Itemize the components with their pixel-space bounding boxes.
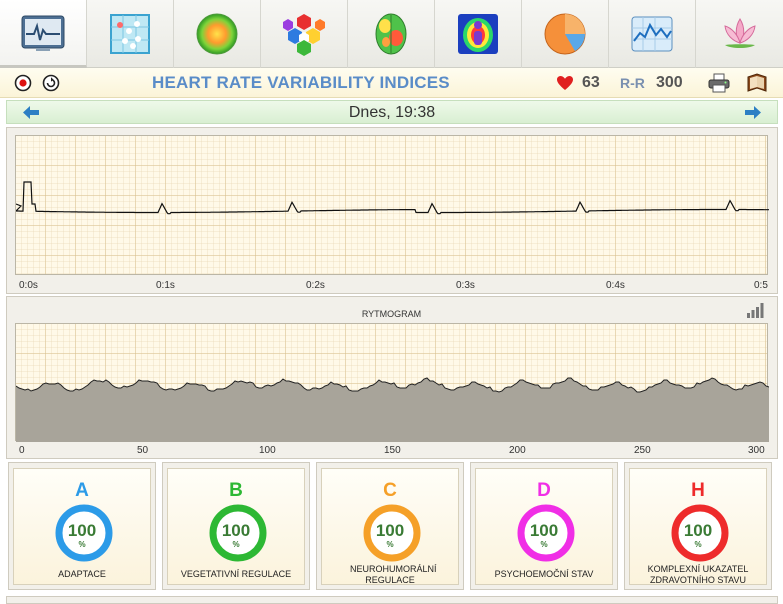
scatter-grid-icon — [110, 14, 150, 54]
tab-brain-map[interactable] — [348, 0, 435, 68]
tab-scatter-grid[interactable] — [87, 0, 174, 68]
index-unit: % — [386, 540, 394, 549]
card-body: A 100 % ADAPTACE — [13, 468, 151, 585]
index-letter: A — [75, 480, 89, 501]
hrv-monitor-icon — [21, 15, 65, 51]
rhythmogram-tick: 150 — [384, 445, 401, 456]
index-label: VEGETATIVNÍ REGULACE — [180, 569, 292, 579]
index-value: 100 — [375, 521, 405, 540]
index-value: 100 — [67, 521, 97, 540]
rhythmogram-area — [16, 377, 769, 442]
tab-hrv-monitor[interactable] — [0, 0, 87, 68]
card-body: H 100 % KOMPLEXNÍ UKAZATEL ZDRAVOTNÍHO S… — [629, 468, 767, 585]
rhythmogram-title: RYTMOGRAM — [361, 309, 422, 319]
heart-icon — [557, 76, 573, 90]
rhythmogram-tick: 100 — [259, 445, 276, 456]
index-label: ADAPTACE — [58, 569, 106, 579]
rhythmogram-graph — [15, 323, 769, 442]
ecg-tick: 0:5 — [754, 280, 768, 291]
index-value: 100 — [221, 521, 251, 540]
index-letter: C — [383, 480, 397, 501]
aura-scan-icon — [458, 14, 498, 54]
pie-chart-icon — [544, 13, 586, 55]
date-label: Dnes, 19:38 — [348, 104, 436, 121]
index-value: 100 — [683, 521, 713, 540]
printer-icon[interactable] — [708, 73, 730, 93]
arrow-right-icon[interactable] — [745, 106, 761, 119]
index-value: 100 — [529, 521, 559, 540]
book-icon[interactable] — [746, 73, 768, 93]
rhythmogram-tick: 200 — [509, 445, 526, 456]
rotate-icon[interactable] — [42, 74, 60, 92]
index-letter: B — [229, 480, 243, 501]
rhythmogram-tick: 50 — [137, 445, 149, 456]
date-navigation: Dnes, 19:38 — [6, 100, 778, 124]
index-letter: D — [537, 480, 551, 501]
index-label: KOMPLEXNÍ UKAZATEL ZDRAVOTNÍHO STAVU — [647, 564, 749, 585]
ecg-tick: 0:0s — [19, 280, 38, 291]
card-body: C 100 % NEUROHUMORÁLNÍ REGULACE — [321, 468, 459, 585]
index-unit: % — [232, 540, 240, 549]
rhythmogram-tick: 0 — [19, 445, 25, 456]
tab-line-chart[interactable] — [609, 0, 696, 68]
index-unit: % — [694, 540, 702, 549]
signal-bars-icon[interactable] — [746, 302, 764, 318]
line-chart-icon — [631, 16, 673, 52]
lotus-icon — [723, 18, 756, 48]
ecg-tick: 0:4s — [606, 280, 625, 291]
rhythmogram-tick: 300 — [748, 445, 765, 456]
rhythmogram-tick: 250 — [634, 445, 651, 456]
index-card-neurohumoral[interactable]: C 100 % NEUROHUMORÁLNÍ REGULACE — [316, 462, 464, 590]
heart-rate-value: 63 — [582, 74, 600, 91]
page-title: HEART RATE VARIABILITY INDICES — [152, 73, 450, 92]
index-card-health-complex[interactable]: H 100 % KOMPLEXNÍ UKAZATEL ZDRAVOTNÍHO S… — [624, 462, 772, 590]
ecg-tick: 0:3s — [456, 280, 475, 291]
card-body: B 100 % VEGETATIVNÍ REGULACE — [167, 468, 305, 585]
ecg-tick: 0:1s — [156, 280, 175, 291]
index-label: PSYCHOEMOČNÍ STAV — [494, 569, 594, 579]
tab-lotus[interactable] — [696, 0, 783, 68]
rr-interval-value: 300 — [656, 74, 683, 91]
index-unit: % — [540, 540, 548, 549]
brain-map-icon — [375, 13, 407, 55]
index-label: NEUROHUMORÁLNÍ REGULACE — [350, 564, 437, 585]
energy-sphere-icon — [196, 13, 238, 55]
index-unit: % — [78, 540, 86, 549]
module-toolbar — [0, 0, 783, 68]
index-letter: H — [691, 480, 705, 501]
tab-aura-scan[interactable] — [435, 0, 522, 68]
ecg-graph — [15, 135, 769, 275]
record-icon[interactable] — [14, 74, 32, 92]
tab-hexagon-chakras[interactable] — [261, 0, 348, 68]
hexagon-chakras-icon — [283, 14, 325, 56]
index-card-adaptation[interactable]: A 100 % ADAPTACE — [8, 462, 156, 590]
tab-pie-chart[interactable] — [522, 0, 609, 68]
index-card-psychoemotional[interactable]: D 100 % PSYCHOEMOČNÍ STAV — [470, 462, 618, 590]
index-card-vegetative[interactable]: B 100 % VEGETATIVNÍ REGULACE — [162, 462, 310, 590]
rr-interval-label: R-R — [620, 75, 645, 91]
ecg-waveform — [16, 181, 769, 215]
bottom-panel-edge — [6, 596, 778, 604]
card-body: D 100 % PSYCHOEMOČNÍ STAV — [475, 468, 613, 585]
tab-energy-sphere[interactable] — [174, 0, 261, 68]
ecg-tick: 0:2s — [306, 280, 325, 291]
title-bar: HEART RATE VARIABILITY INDICES 63 R-R 30… — [0, 68, 783, 98]
